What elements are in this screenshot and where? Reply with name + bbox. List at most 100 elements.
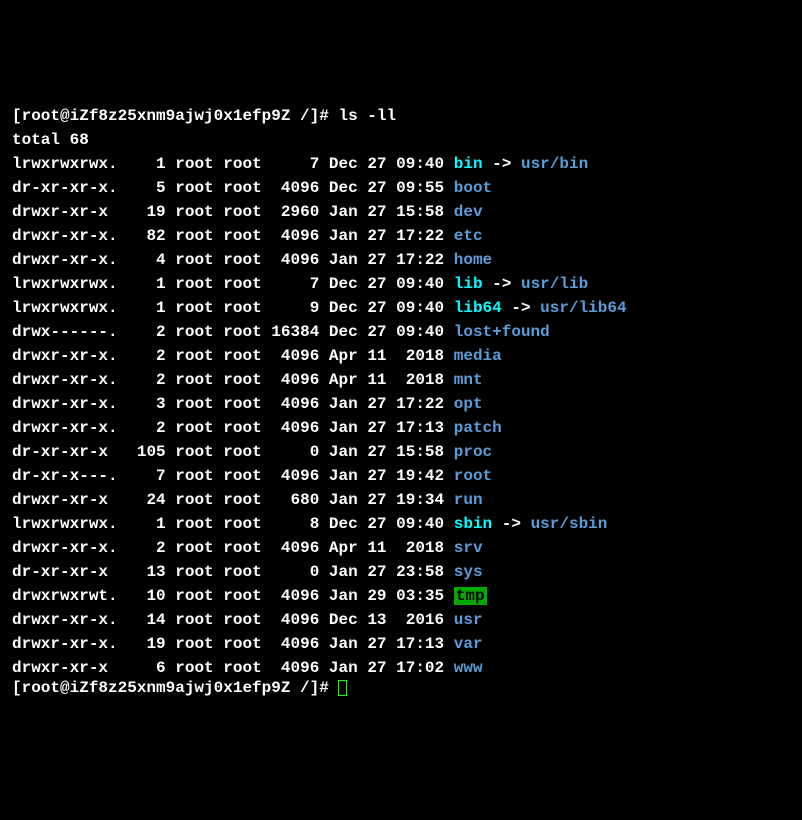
perms: lrwxrwxrwx. xyxy=(12,299,118,317)
command: ls -ll xyxy=(338,107,396,125)
size: 16384 xyxy=(271,323,319,341)
owner: root xyxy=(175,635,213,653)
date: Apr 11 2018 xyxy=(329,371,444,389)
owner: root xyxy=(175,419,213,437)
perms: drwx------. xyxy=(12,323,118,341)
links: 2 xyxy=(127,323,165,341)
owner: root xyxy=(175,491,213,509)
ls-row: drwxr-xr-x. 2 root root 4096 Jan 27 17:1… xyxy=(12,416,790,440)
file-name: dev xyxy=(454,203,483,221)
owner: root xyxy=(175,155,213,173)
file-name: opt xyxy=(454,395,483,413)
links: 1 xyxy=(127,299,165,317)
perms: drwxr-xr-x. xyxy=(12,347,118,365)
links: 105 xyxy=(127,443,165,461)
links: 13 xyxy=(127,563,165,581)
ls-row: lrwxrwxrwx. 1 root root 9 Dec 27 09:40 l… xyxy=(12,296,790,320)
symlink-arrow: -> xyxy=(511,299,530,317)
owner: root xyxy=(175,227,213,245)
date: Dec 27 09:40 xyxy=(329,515,444,533)
shell-prompt: [root@iZf8z25xnm9ajwj0x1efp9Z /]# xyxy=(12,107,329,125)
file-name: patch xyxy=(454,419,502,437)
links: 82 xyxy=(127,227,165,245)
size: 4096 xyxy=(271,587,319,605)
ls-row: drwx------. 2 root root 16384 Dec 27 09:… xyxy=(12,320,790,344)
perms: drwxr-xr-x. xyxy=(12,419,118,437)
group: root xyxy=(223,635,261,653)
links: 19 xyxy=(127,203,165,221)
file-name: boot xyxy=(454,179,492,197)
links: 2 xyxy=(127,539,165,557)
date: Dec 27 09:40 xyxy=(329,323,444,341)
perms: drwxr-xr-x. xyxy=(12,227,118,245)
group: root xyxy=(223,275,261,293)
terminal-output[interactable]: [root@iZf8z25xnm9ajwj0x1efp9Z /]# ls -ll… xyxy=(12,104,790,700)
links: 14 xyxy=(127,611,165,629)
size: 4096 xyxy=(271,611,319,629)
date: Dec 27 09:55 xyxy=(329,179,444,197)
symlink-arrow: -> xyxy=(492,155,511,173)
file-name: home xyxy=(454,251,492,269)
links: 2 xyxy=(127,419,165,437)
size: 680 xyxy=(271,491,319,509)
owner: root xyxy=(175,395,213,413)
owner: root xyxy=(175,203,213,221)
group: root xyxy=(223,203,261,221)
links: 1 xyxy=(127,155,165,173)
date: Jan 27 17:13 xyxy=(329,635,444,653)
symlink-target: usr/sbin xyxy=(531,515,608,533)
symlink-target: usr/bin xyxy=(521,155,588,173)
group: root xyxy=(223,227,261,245)
owner: root xyxy=(175,611,213,629)
links: 24 xyxy=(127,491,165,509)
size: 2960 xyxy=(271,203,319,221)
date: Jan 27 19:42 xyxy=(329,467,444,485)
links: 19 xyxy=(127,635,165,653)
ls-row: drwxrwxrwt. 10 root root 4096 Jan 29 03:… xyxy=(12,584,790,608)
owner: root xyxy=(175,251,213,269)
ls-row: drwxr-xr-x. 4 root root 4096 Jan 27 17:2… xyxy=(12,248,790,272)
perms: drwxrwxrwt. xyxy=(12,587,118,605)
ls-row: drwxr-xr-x 24 root root 680 Jan 27 19:34… xyxy=(12,488,790,512)
ls-row: lrwxrwxrwx. 1 root root 7 Dec 27 09:40 l… xyxy=(12,272,790,296)
ls-row: drwxr-xr-x. 14 root root 4096 Dec 13 201… xyxy=(12,608,790,632)
links: 10 xyxy=(127,587,165,605)
size: 4096 xyxy=(271,227,319,245)
date: Jan 27 17:02 xyxy=(329,659,444,677)
file-name: bin xyxy=(454,155,483,173)
file-name: srv xyxy=(454,539,483,557)
size: 8 xyxy=(271,515,319,533)
size: 4096 xyxy=(271,395,319,413)
perms: lrwxrwxrwx. xyxy=(12,275,118,293)
symlink-arrow: -> xyxy=(502,515,521,533)
perms: drwxr-xr-x xyxy=(12,203,118,221)
total-line: total 68 xyxy=(12,128,790,152)
size: 4096 xyxy=(271,659,319,677)
size: 4096 xyxy=(271,179,319,197)
date: Jan 27 17:22 xyxy=(329,251,444,269)
file-name: www xyxy=(454,659,483,677)
file-name: usr xyxy=(454,611,483,629)
links: 7 xyxy=(127,467,165,485)
perms: lrwxrwxrwx. xyxy=(12,155,118,173)
perms: lrwxrwxrwx. xyxy=(12,515,118,533)
group: root xyxy=(223,299,261,317)
date: Jan 27 17:22 xyxy=(329,227,444,245)
owner: root xyxy=(175,515,213,533)
group: root xyxy=(223,491,261,509)
ls-row: drwxr-xr-x 19 root root 2960 Jan 27 15:5… xyxy=(12,200,790,224)
group: root xyxy=(223,395,261,413)
group: root xyxy=(223,539,261,557)
group: root xyxy=(223,347,261,365)
file-name: sbin xyxy=(454,515,492,533)
owner: root xyxy=(175,659,213,677)
file-name: proc xyxy=(454,443,492,461)
date: Dec 13 2016 xyxy=(329,611,444,629)
owner: root xyxy=(175,443,213,461)
size: 9 xyxy=(271,299,319,317)
group: root xyxy=(223,563,261,581)
file-name: media xyxy=(454,347,502,365)
owner: root xyxy=(175,467,213,485)
perms: dr-xr-xr-x xyxy=(12,443,118,461)
ls-row: dr-xr-x---. 7 root root 4096 Jan 27 19:4… xyxy=(12,464,790,488)
